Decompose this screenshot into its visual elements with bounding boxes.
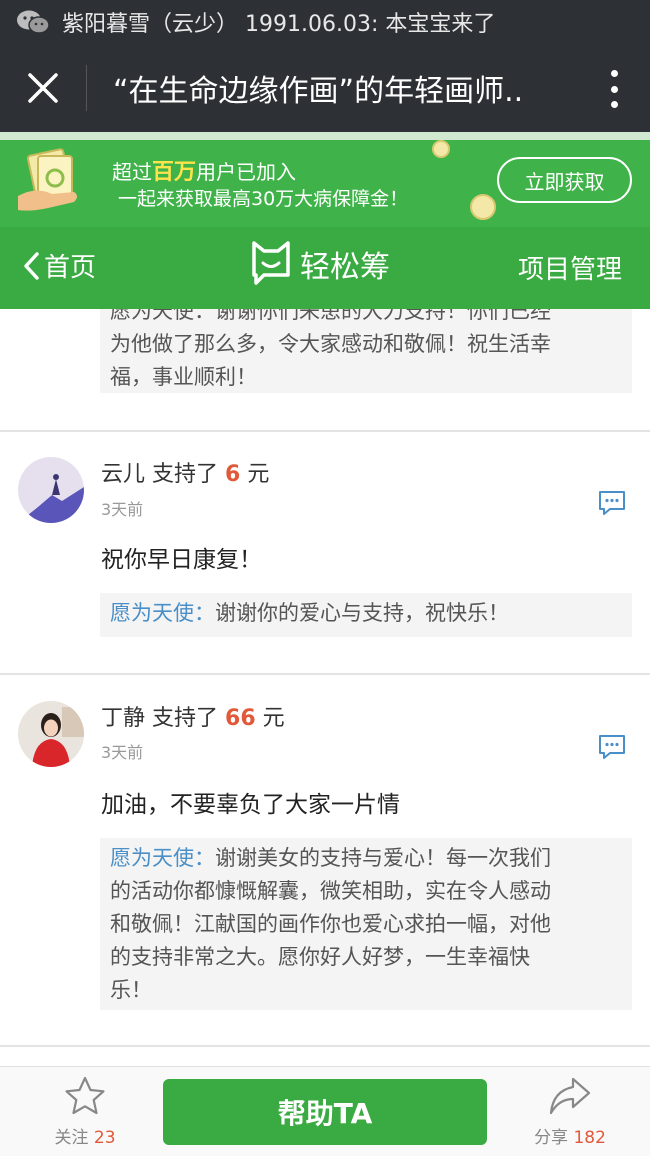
- chevron-left-icon: [24, 251, 39, 280]
- help-ta-button[interactable]: 帮助TA: [163, 1079, 487, 1145]
- brand-logo: 轻松筹: [250, 241, 390, 287]
- avatar[interactable]: [18, 701, 84, 767]
- status-bar: 紫阳暮雪（云少） 1991.06.03: 本宝宝来了: [0, 0, 650, 44]
- home-back-button[interactable]: 首页: [22, 247, 96, 284]
- brand-name: 轻松筹: [300, 250, 390, 285]
- reply-line: 为他做了那么多，令大家感动和敬佩！祝生活幸: [110, 332, 551, 356]
- project-manage-link[interactable]: 项目管理: [518, 249, 622, 286]
- reply-text: 乐！: [110, 978, 152, 1002]
- reply-chat-icon[interactable]: [597, 734, 627, 760]
- reply-text: 的活动你都慷慨解囊，微笑相助，实在令人感动: [110, 879, 551, 903]
- reply-box: 愿为天使：谢谢美女的支持与爱心！每一次我们 的活动你都慷慨解囊，微笑相助，实在令…: [100, 838, 632, 1010]
- more-dot-icon: [610, 85, 618, 93]
- wechat-icon: [17, 10, 50, 34]
- supporter-line: 丁静 支持了 66 元: [101, 700, 285, 732]
- share-icon: [549, 1077, 591, 1115]
- close-button[interactable]: [0, 44, 86, 132]
- comment-divider: [0, 1045, 650, 1047]
- brand-chat-icon: [252, 241, 290, 285]
- notification-text: 紫阳暮雪（云少） 1991.06.03: 本宝宝来了: [62, 12, 496, 37]
- avatar[interactable]: [18, 457, 84, 523]
- reply-text: 谢谢你的爱心与支持，祝快乐！: [215, 601, 509, 625]
- title-bar: “在生命边缘作画”的年轻画师...: [0, 44, 650, 132]
- support-amount: 66: [225, 706, 256, 731]
- banner-headline: 超过百万用户已加入: [112, 160, 297, 185]
- star-icon: [65, 1076, 105, 1115]
- share-label: 分享 182: [534, 1128, 606, 1148]
- comment-divider: [0, 673, 650, 675]
- promo-banner[interactable]: 超过百万用户已加入 一起来获取最高30万大病保障金！ 立即获取: [0, 132, 650, 227]
- more-dot-icon: [610, 70, 618, 77]
- nav-bar: 首页 轻松筹 项目管理: [0, 227, 650, 309]
- comment-time: 3天前: [101, 743, 144, 762]
- banner-stripe: [0, 132, 650, 140]
- supporter-line: 云儿 支持了 6 元: [101, 456, 269, 488]
- more-dot-icon: [610, 101, 618, 108]
- reply-box: 愿为天使：谢谢你们来患的大力支持！你们已经 为他做了那么多，令大家感动和敬佩！祝…: [100, 309, 632, 393]
- reply-text: 和敬佩！江献国的画作你也爱心求拍一幅，对他: [110, 912, 551, 936]
- reply-chat-icon[interactable]: [597, 490, 627, 516]
- coin-icon: [470, 194, 496, 220]
- support-amount: 6: [225, 462, 241, 487]
- reply-text: 的支持非常之大。愿你好人好梦，一生幸福快: [110, 945, 530, 969]
- amount-unit: 元: [262, 706, 285, 731]
- share-button[interactable]: 分享 182: [520, 1075, 620, 1148]
- follow-count: 23: [93, 1128, 116, 1148]
- bottom-action-bar: 关注 23 帮助TA 分享 182: [0, 1066, 650, 1156]
- reply-text: 谢谢美女的支持与爱心！每一次我们: [215, 846, 551, 870]
- coin-icon: [432, 140, 450, 158]
- home-label: 首页: [44, 253, 97, 283]
- avatar-image: [18, 457, 84, 523]
- share-count: 182: [573, 1128, 606, 1148]
- reply-author[interactable]: 愿为天使：: [110, 846, 215, 870]
- close-icon: [28, 73, 58, 103]
- supporter-name[interactable]: 云儿: [101, 462, 145, 487]
- get-now-button[interactable]: 立即获取: [497, 157, 632, 203]
- reply-author[interactable]: 愿为天使：: [110, 601, 215, 625]
- money-hand-icon: [18, 148, 77, 211]
- page-title: “在生命边缘作画”的年轻画师...: [113, 74, 523, 109]
- supporter-name[interactable]: 丁静: [101, 706, 145, 731]
- comment-divider: [0, 430, 650, 432]
- reply-line: 福，事业顺利！: [110, 365, 257, 389]
- title-divider: [86, 65, 87, 111]
- follow-label: 关注 23: [54, 1128, 116, 1148]
- more-menu-button[interactable]: [610, 70, 618, 108]
- reply-line: 愿为天使：谢谢你们来患的大力支持！你们已经: [110, 309, 551, 323]
- avatar-image: [18, 701, 84, 767]
- supported-text: 支持了: [152, 462, 219, 487]
- amount-unit: 元: [247, 462, 270, 487]
- supported-text: 支持了: [152, 706, 219, 731]
- follow-button[interactable]: 关注 23: [40, 1075, 130, 1148]
- comment-message: 祝你早日康复！: [101, 547, 262, 573]
- reply-box: 愿为天使：谢谢你的爱心与支持，祝快乐！: [100, 593, 632, 637]
- banner-subline: 一起来获取最高30万大病保障金！: [118, 188, 409, 210]
- comment-message: 加油，不要辜负了大家一片情: [101, 792, 400, 818]
- comment-time: 3天前: [101, 500, 144, 519]
